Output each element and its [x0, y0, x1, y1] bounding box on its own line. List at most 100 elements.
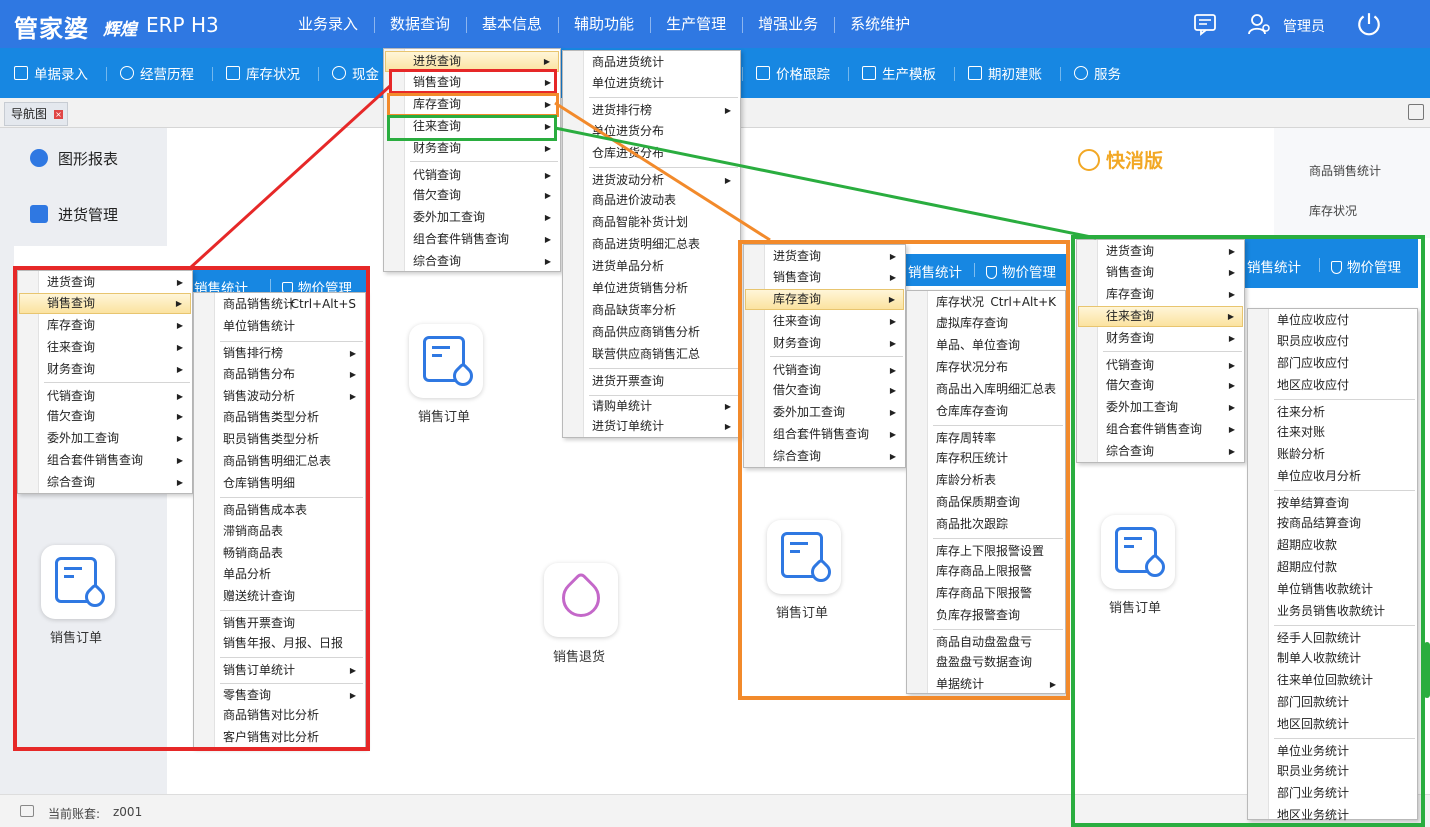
menu-item-stock-query[interactable]: 库存查询 ▶: [745, 289, 904, 310]
menu-item-smart-replenish[interactable]: 商品智能补货计划: [564, 212, 739, 233]
menu-item-upper-limit-alarm[interactable]: 库存商品上限报警: [908, 561, 1064, 582]
menu-item-stock-age[interactable]: 库龄分析表: [908, 470, 1064, 491]
menu-item-finance-query[interactable]: 财务查询 ▶: [385, 138, 559, 159]
menu-item-account-query[interactable]: 往来查询 ▶: [745, 311, 904, 332]
menu-item-loan-query[interactable]: 借欠查询 ▶: [745, 380, 904, 401]
menu-item-kit-sales-query[interactable]: 组合套件销售查询 ▶: [1078, 419, 1243, 440]
menu-item-reconciliation[interactable]: 往来对账: [1249, 422, 1416, 443]
menu-item-finance-query[interactable]: 财务查询 ▶: [745, 333, 904, 354]
sale-order-app[interactable]: [1101, 515, 1175, 589]
menu-item-area-return[interactable]: 地区回款统计: [1249, 714, 1416, 735]
menu-item-account-query[interactable]: 往来查询 ▶: [19, 337, 191, 358]
price-mgmt-tab[interactable]: 物价管理: [986, 261, 1056, 281]
menu-item-purchase-invoice[interactable]: 进货开票查询: [564, 371, 739, 392]
menu-item-purchase-single[interactable]: 进货单品分析: [564, 256, 739, 277]
menu-item-overdue-receivable[interactable]: 超期应收款: [1249, 535, 1416, 556]
menu-item-inventory-adjust-query[interactable]: 盘盈盘亏数据查询: [908, 652, 1064, 673]
sale-order-app[interactable]: [41, 545, 115, 619]
menu-item-consign-query[interactable]: 代销查询 ▶: [1078, 355, 1243, 376]
menu-item-staff-receivable[interactable]: 职员应收应付: [1249, 331, 1416, 352]
menu-item-consign-query[interactable]: 代销查询 ▶: [745, 360, 904, 381]
admin-label[interactable]: 管理员: [1283, 16, 1325, 36]
nav-enhanced[interactable]: 增强业务: [742, 0, 834, 48]
menu-item-general-query[interactable]: 综合查询 ▶: [1078, 441, 1243, 462]
sale-order-app[interactable]: [409, 324, 483, 398]
menu-item-stock-dist[interactable]: 库存状况分布: [908, 357, 1064, 378]
menu-item-maker-collection[interactable]: 制单人收款统计: [1249, 648, 1416, 669]
menu-item-loan-query[interactable]: 借欠查询 ▶: [19, 406, 191, 427]
menu-item-slow-selling[interactable]: 滞销商品表: [195, 521, 364, 542]
menu-item-stock-query[interactable]: 库存查询 ▶: [1078, 284, 1243, 305]
menu-item-account-query[interactable]: 往来查询 ▶: [385, 116, 559, 137]
menu-item-supplier-sales[interactable]: 商品供应商销售分析: [564, 322, 739, 343]
nav-basic-info[interactable]: 基本信息: [466, 0, 558, 48]
menu-item-sales-query[interactable]: 销售查询 ▶: [1078, 262, 1243, 283]
quick-stock-status[interactable]: 库存状况: [1309, 202, 1357, 219]
menu-item-stock-query[interactable]: 库存查询 ▶: [385, 94, 559, 115]
menu-item-purchase-detail[interactable]: 商品进货明细汇总表: [564, 234, 739, 255]
menu-item-account-query[interactable]: 往来查询 ▶: [1078, 306, 1243, 327]
menu-item-voucher-stats[interactable]: 单据统计 ▶: [908, 674, 1064, 695]
message-icon[interactable]: [1193, 12, 1217, 36]
left-nav-graph-report[interactable]: 图形报表: [0, 130, 167, 186]
menu-item-unit-collection[interactable]: 单位销售收款统计: [1249, 579, 1416, 600]
menu-item-retail-query[interactable]: 零售查询 ▶: [195, 685, 364, 706]
menu-item-out-of-stock-rate[interactable]: 商品缺货率分析: [564, 300, 739, 321]
menu-item-dept-return[interactable]: 部门回款统计: [1249, 692, 1416, 713]
menu-item-salesman-collection[interactable]: 业务员销售收款统计: [1249, 601, 1416, 622]
menu-item-general-query[interactable]: 综合查询 ▶: [745, 446, 904, 467]
left-nav-purchase[interactable]: 进货管理: [0, 186, 167, 242]
menu-item-virtual-stock[interactable]: 虚拟库存查询: [908, 313, 1064, 334]
menu-item-negative-stock-alarm[interactable]: 负库存报警查询: [908, 605, 1064, 626]
menu-item-lower-limit-alarm[interactable]: 库存商品下限报警: [908, 583, 1064, 604]
menu-item-aging-analysis[interactable]: 账龄分析: [1249, 444, 1416, 465]
toolbar-price-track[interactable]: 价格跟踪: [756, 48, 830, 98]
menu-item-turnover-rate[interactable]: 库存周转率: [908, 428, 1064, 449]
menu-item-single-unit-query[interactable]: 单品、单位查询: [908, 335, 1064, 356]
menu-item-staff-business[interactable]: 职员业务统计: [1249, 761, 1416, 782]
menu-item-single-product[interactable]: 单品分析: [195, 564, 364, 585]
menu-item-unit-purchase-dist[interactable]: 单位进货分布: [564, 121, 739, 142]
menu-item-finance-query[interactable]: 财务查询 ▶: [19, 359, 191, 380]
user-icon[interactable]: [1247, 12, 1271, 36]
sale-order-app[interactable]: [767, 520, 841, 594]
menu-item-settle-by-voucher[interactable]: 按单结算查询: [1249, 493, 1416, 514]
menu-item-purchase-price-fluct[interactable]: 商品进价波动表: [564, 190, 739, 211]
menu-item-gift-stats[interactable]: 赠送统计查询: [195, 586, 364, 607]
menu-item-batch-tracking[interactable]: 商品批次跟踪: [908, 514, 1064, 535]
power-icon[interactable]: [1356, 11, 1382, 37]
menu-item-consign-query[interactable]: 代销查询 ▶: [385, 165, 559, 186]
menu-item-settle-by-product[interactable]: 按商品结算查询: [1249, 513, 1416, 534]
menu-item-kit-sales-query[interactable]: 组合套件销售查询 ▶: [19, 450, 191, 471]
nav-data-query[interactable]: 数据查询: [374, 0, 466, 48]
menu-item-purchase-query[interactable]: 进货查询 ▶: [1078, 241, 1243, 262]
menu-item-request-stats[interactable]: 请购单统计 ▶: [564, 396, 739, 417]
toolbar-initial-setup[interactable]: 期初建账: [968, 48, 1042, 98]
menu-item-warehouse-sales-detail[interactable]: 仓库销售明细: [195, 473, 364, 494]
scrollbar-thumb[interactable]: [1424, 642, 1430, 698]
menu-item-unit-purchase-sales[interactable]: 单位进货销售分析: [564, 278, 739, 299]
menu-item-loan-query[interactable]: 借欠查询 ▶: [385, 185, 559, 206]
menu-item-outsource-query[interactable]: 委外加工查询 ▶: [19, 428, 191, 449]
menu-item-limit-alarm-setting[interactable]: 库存上下限报警设置: [908, 541, 1064, 562]
menu-item-sales-detail[interactable]: 商品销售明细汇总表: [195, 451, 364, 472]
menu-item-loan-query[interactable]: 借欠查询 ▶: [1078, 375, 1243, 396]
menu-item-overdue-payable[interactable]: 超期应付款: [1249, 557, 1416, 578]
menu-item-sales-invoice[interactable]: 销售开票查询: [195, 613, 364, 634]
menu-item-unit-receivable[interactable]: 单位应收应付: [1249, 310, 1416, 331]
restore-window-icon[interactable]: [1408, 104, 1424, 120]
toolbar-cash[interactable]: 现金: [332, 48, 379, 98]
menu-item-sales-cost[interactable]: 商品销售成本表: [195, 500, 364, 521]
tab-navigation-map[interactable]: 导航图 ×: [4, 102, 69, 126]
menu-item-account-analysis[interactable]: 往来分析: [1249, 402, 1416, 423]
menu-item-finance-query[interactable]: 财务查询 ▶: [1078, 328, 1243, 349]
menu-item-purchase-order-stats[interactable]: 进货订单统计 ▶: [564, 416, 739, 437]
menu-item-sales-ranking[interactable]: 销售排行榜 ▶: [195, 343, 364, 364]
menu-item-unit-return[interactable]: 往来单位回款统计: [1249, 670, 1416, 691]
menu-item-shelf-life[interactable]: 商品保质期查询: [908, 492, 1064, 513]
toolbar-production-template[interactable]: 生产模板: [862, 48, 936, 98]
menu-item-joint-supplier-sales[interactable]: 联营供应商销售汇总: [564, 344, 739, 365]
menu-item-sales-reports[interactable]: 销售年报、月报、日报: [195, 633, 364, 654]
menu-item-outsource-query[interactable]: 委外加工查询 ▶: [1078, 397, 1243, 418]
menu-item-purchase-query[interactable]: 进货查询 ▶: [385, 51, 559, 72]
